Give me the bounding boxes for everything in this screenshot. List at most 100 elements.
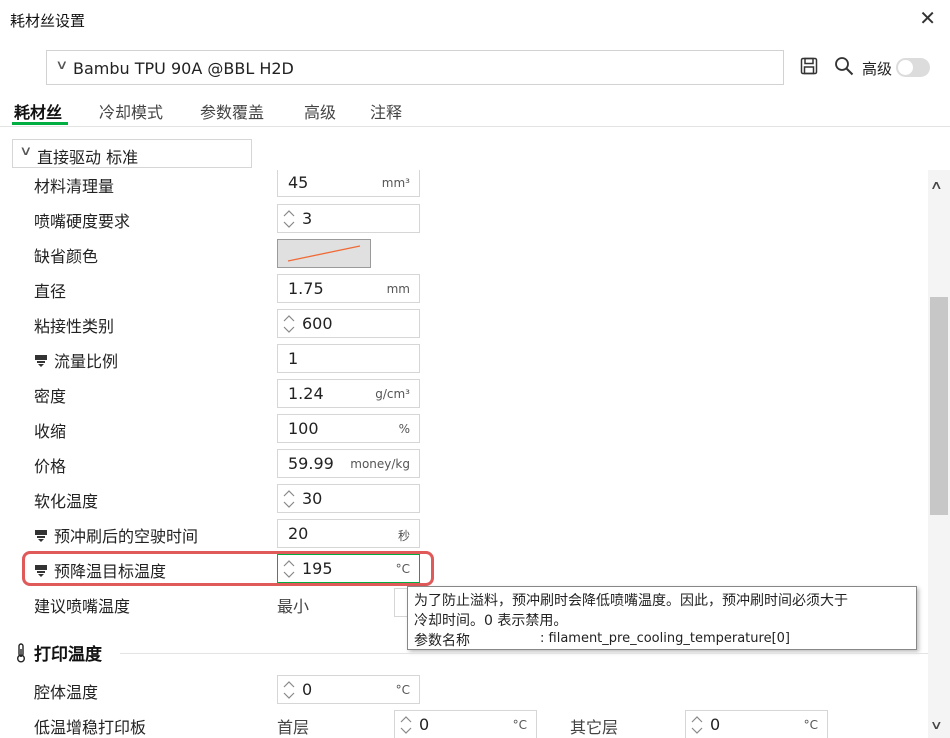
field-value: 30 bbox=[302, 489, 323, 508]
tab-overrides[interactable]: 参数覆盖 bbox=[200, 99, 264, 123]
row-label-text: 流量比例 bbox=[54, 352, 119, 371]
field-value: 1.24 bbox=[288, 384, 324, 403]
save-icon[interactable] bbox=[800, 57, 818, 75]
field-unit: g/cm³ bbox=[375, 387, 410, 401]
nozzle-hardness-stepper[interactable]: 3 bbox=[277, 204, 420, 233]
preset-name: Bambu TPU 90A @BBL H2D bbox=[73, 59, 294, 78]
density-field[interactable]: 1.24 g/cm³ bbox=[277, 379, 420, 408]
tab-filament[interactable]: 耗材丝 bbox=[14, 99, 62, 123]
chevron-down-icon: ∨ bbox=[19, 144, 33, 159]
section-header: 打印温度 bbox=[14, 640, 102, 665]
field-value: 1 bbox=[288, 349, 299, 368]
spin-arrows-icon[interactable] bbox=[282, 313, 296, 335]
pre-cooling-temp-stepper[interactable]: 195 °C bbox=[277, 554, 420, 583]
field-value: 1.75 bbox=[288, 279, 324, 298]
row-label: 直径 bbox=[34, 282, 67, 301]
scroll-thumb[interactable] bbox=[930, 297, 948, 515]
search-icon[interactable] bbox=[834, 56, 854, 76]
tooltip-line: 冷却时间。0 表示禁用。 bbox=[414, 613, 568, 629]
row-label: 价格 bbox=[34, 457, 67, 476]
spin-arrows-icon[interactable] bbox=[282, 679, 296, 701]
field-value: 20 bbox=[288, 524, 309, 543]
shrinkage-field[interactable]: 100 % bbox=[277, 414, 420, 443]
advanced-label: 高级 bbox=[862, 60, 893, 78]
field-unit: mm³ bbox=[381, 176, 410, 190]
idle-time-field[interactable]: 20 秒 bbox=[277, 519, 420, 548]
section-title: 打印温度 bbox=[34, 645, 102, 665]
active-tab-indicator bbox=[12, 122, 68, 125]
field-unit: °C bbox=[512, 718, 527, 732]
section-divider bbox=[120, 653, 928, 654]
field-unit: % bbox=[398, 422, 410, 436]
title-bar: 耗材丝设置 ✕ bbox=[0, 0, 950, 38]
field-value: 100 bbox=[288, 419, 319, 438]
suggested-min-field[interactable] bbox=[394, 588, 408, 617]
color-line-icon bbox=[287, 245, 361, 262]
group-label: 直接驱动 标准 bbox=[37, 148, 139, 167]
row-label: 预冲刷后的空驶时间 bbox=[34, 523, 198, 547]
default-color-swatch[interactable] bbox=[277, 239, 371, 268]
field-unit: mm bbox=[386, 282, 410, 296]
nozzle-icon bbox=[35, 565, 47, 577]
row-label: 喷嘴硬度要求 bbox=[34, 212, 131, 231]
tab-bar: 耗材丝 冷却模式 参数覆盖 高级 注释 bbox=[0, 96, 950, 127]
tab-advanced[interactable]: 高级 bbox=[304, 99, 336, 123]
first-layer-label: 首层 bbox=[277, 718, 310, 737]
spin-arrows-icon[interactable] bbox=[399, 714, 413, 736]
close-icon[interactable]: ✕ bbox=[919, 6, 936, 30]
spin-arrows-icon[interactable] bbox=[690, 714, 704, 736]
diameter-field[interactable]: 1.75 mm bbox=[277, 274, 420, 303]
first-layer-temp-stepper[interactable]: 0 °C bbox=[394, 710, 537, 738]
row-label: 腔体温度 bbox=[34, 683, 99, 702]
field-value: 59.99 bbox=[288, 454, 334, 473]
adhesion-category-stepper[interactable]: 600 bbox=[277, 309, 420, 338]
other-layers-temp-stepper[interactable]: 0 °C bbox=[685, 710, 828, 738]
row-label: 软化温度 bbox=[34, 492, 99, 511]
scroll-up-icon[interactable]: ∧ bbox=[930, 178, 943, 192]
other-layers-label: 其它层 bbox=[570, 718, 619, 737]
row-label: 建议喷嘴温度 bbox=[34, 597, 131, 616]
field-value: 3 bbox=[302, 209, 313, 228]
spin-arrows-icon[interactable] bbox=[282, 558, 296, 580]
field-value: 0 bbox=[419, 715, 430, 734]
spin-arrows-icon[interactable] bbox=[282, 208, 296, 230]
price-field[interactable]: 59.99 money/kg bbox=[277, 449, 420, 478]
row-label: 粘接性类别 bbox=[34, 317, 115, 336]
min-label: 最小 bbox=[277, 597, 310, 616]
chamber-temp-stepper[interactable]: 0 °C bbox=[277, 675, 420, 704]
toggle-knob bbox=[898, 60, 913, 75]
tooltip-param-value: : filament_pre_cooling_temperature[0] bbox=[540, 631, 790, 646]
flow-ratio-field[interactable]: 1 bbox=[277, 344, 420, 373]
row-label: 低温增稳打印板 bbox=[34, 718, 147, 737]
group-selector[interactable]: ∨ 直接驱动 标准 bbox=[12, 139, 252, 168]
chevron-down-icon: ∨ bbox=[55, 58, 69, 73]
row-label: 收缩 bbox=[34, 422, 67, 441]
tab-notes[interactable]: 注释 bbox=[370, 99, 402, 123]
preset-select[interactable]: ∨ Bambu TPU 90A @BBL H2D bbox=[46, 50, 784, 85]
row-label-text: 预降温目标温度 bbox=[54, 562, 167, 581]
tooltip: 为了防止溢料，预冲刷时会降低喷嘴温度。因此，预冲刷时间必须大于 冷却时间。0 表… bbox=[407, 586, 917, 650]
spin-arrows-icon[interactable] bbox=[282, 488, 296, 510]
window-title: 耗材丝设置 bbox=[10, 12, 86, 30]
thermometer-icon bbox=[17, 643, 25, 663]
row-label: 材料清理量 bbox=[34, 177, 115, 196]
tooltip-param-key: 参数名称 bbox=[414, 633, 470, 649]
field-value: 600 bbox=[302, 314, 333, 333]
tooltip-line: 为了防止溢料，预冲刷时会降低喷嘴温度。因此，预冲刷时间必须大于 bbox=[414, 593, 848, 609]
field-value: 45 bbox=[288, 173, 309, 192]
row-label: 密度 bbox=[34, 387, 67, 406]
field-value: 195 bbox=[302, 559, 333, 578]
field-unit: °C bbox=[803, 718, 818, 732]
field-value: 0 bbox=[710, 715, 721, 734]
row-label: 流量比例 bbox=[34, 348, 118, 372]
field-unit: °C bbox=[395, 683, 410, 697]
purge-volume-field[interactable]: 45 mm³ bbox=[277, 170, 420, 197]
scroll-down-icon[interactable]: ∨ bbox=[930, 718, 943, 732]
row-label: 预降温目标温度 bbox=[34, 558, 166, 582]
row-label: 缺省颜色 bbox=[34, 247, 99, 266]
advanced-toggle[interactable] bbox=[896, 58, 930, 77]
nozzle-icon bbox=[35, 530, 47, 542]
softening-temp-stepper[interactable]: 30 bbox=[277, 484, 420, 513]
field-unit: °C bbox=[395, 562, 410, 576]
tab-cooling[interactable]: 冷却模式 bbox=[99, 99, 163, 123]
